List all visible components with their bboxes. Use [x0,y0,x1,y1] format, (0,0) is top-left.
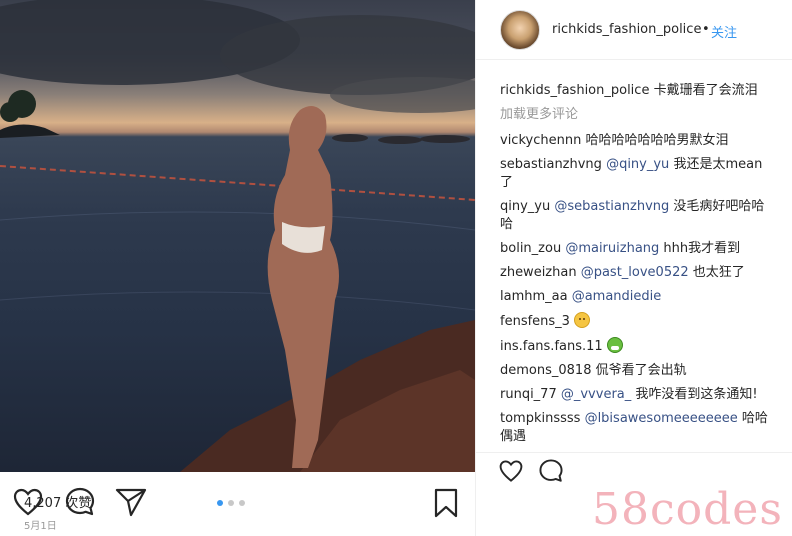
comment-username[interactable]: lamhm_aa [500,289,568,304]
sick-face-emoji-icon [606,337,623,353]
caption-text: 卡戴珊看了会流泪 [649,83,758,98]
list-item: sebastianzhvng @qiny_yu 我还是太mean了 [500,156,772,192]
comment-text: 哈哈哈哈哈哈哈男默女泪 [581,133,729,148]
comment-mention[interactable]: @mairuizhang [561,241,659,256]
list-item: qiny_yu @sebastianzhvng 没毛病好吧哈哈哈 [500,198,772,234]
comment-username[interactable]: tompkinssss [500,411,580,426]
comment-mention[interactable]: @lbisawesomeeeeeeee [580,411,738,426]
comment-mention[interactable]: @sebastianzhvng [550,199,669,214]
caption-username[interactable]: richkids_fashion_police [500,83,649,98]
list-item: fensfens_3 [500,312,772,331]
caption: richkids_fashion_police 卡戴珊看了会流泪 [500,82,772,100]
comment-username[interactable]: vickychennn [500,133,581,148]
list-item: vickychennn 哈哈哈哈哈哈哈男默女泪 [500,132,772,150]
post-side-panel: richkids_fashion_police • 关注 richkids_fa… [475,0,792,536]
comment-username[interactable]: qiny_yu [500,199,550,214]
list-item: lamhm_aa @amandiedie [500,288,772,306]
comment-mention[interactable]: @_vvvera_ [557,387,631,402]
comment-icon[interactable] [538,458,564,488]
avatar[interactable] [500,10,540,50]
comment-username[interactable]: ins.fans.fans.11 [500,339,603,354]
comments-list: richkids_fashion_police 卡戴珊看了会流泪 加载更多评论 … [500,82,772,452]
list-item: runqi_77 @_vvvera_ 我咋没看到这条通知! [500,386,772,404]
header-username[interactable]: richkids_fashion_police [552,22,701,37]
comment-text: 也太狂了 [688,265,745,280]
list-item: demons_0818 侃爷看了会出轨 [500,362,772,380]
comment-username[interactable]: fensfens_3 [500,314,570,329]
carousel-indicator [217,500,245,506]
carousel-dot-2[interactable] [228,500,234,506]
post-photo[interactable] [0,0,475,472]
photo-illustration [0,0,475,472]
carousel-dot-3[interactable] [239,500,245,506]
comment-mention[interactable]: @qiny_yu [602,157,669,172]
carousel-dot-1[interactable] [217,500,223,506]
comment-mention[interactable]: @amandiedie [568,289,662,304]
comment-mention[interactable]: @past_love0522 [577,265,689,280]
watermark: 58codes [592,484,783,535]
share-icon[interactable] [115,487,147,521]
comment-username[interactable]: sebastianzhvng [500,157,602,172]
comment-text: hhh我才看到 [659,241,741,256]
follow-button[interactable]: 关注 [711,22,737,41]
header-separator: • [702,22,710,37]
bookmark-icon[interactable] [434,488,458,522]
sad-face-emoji-icon [574,312,591,328]
list-item: ins.fans.fans.11 [500,337,772,356]
load-more-comments-button[interactable]: 加载更多评论 [500,106,772,124]
list-item: zheweizhan @past_love0522 也太狂了 [500,264,772,282]
comment-username[interactable]: zheweizhan [500,265,577,280]
comment-text: 侃爷看了会出轨 [591,363,687,378]
comment-username[interactable]: demons_0818 [500,363,591,378]
likes-count[interactable]: 4,207 次赞 [24,492,91,511]
post-header: richkids_fashion_police • 关注 [476,0,792,60]
list-item: bolin_zou @mairuizhang hhh我才看到 [500,240,772,258]
list-item: tompkinssss @lbisawesomeeeeeeee 哈哈偶遇 [500,410,772,446]
comment-username[interactable]: runqi_77 [500,387,557,402]
comment-username[interactable]: bolin_zou [500,241,561,256]
post-date[interactable]: 5月1日 [24,517,57,532]
comment-text: 我咋没看到这条通知! [631,387,758,402]
heart-icon[interactable] [498,459,524,487]
